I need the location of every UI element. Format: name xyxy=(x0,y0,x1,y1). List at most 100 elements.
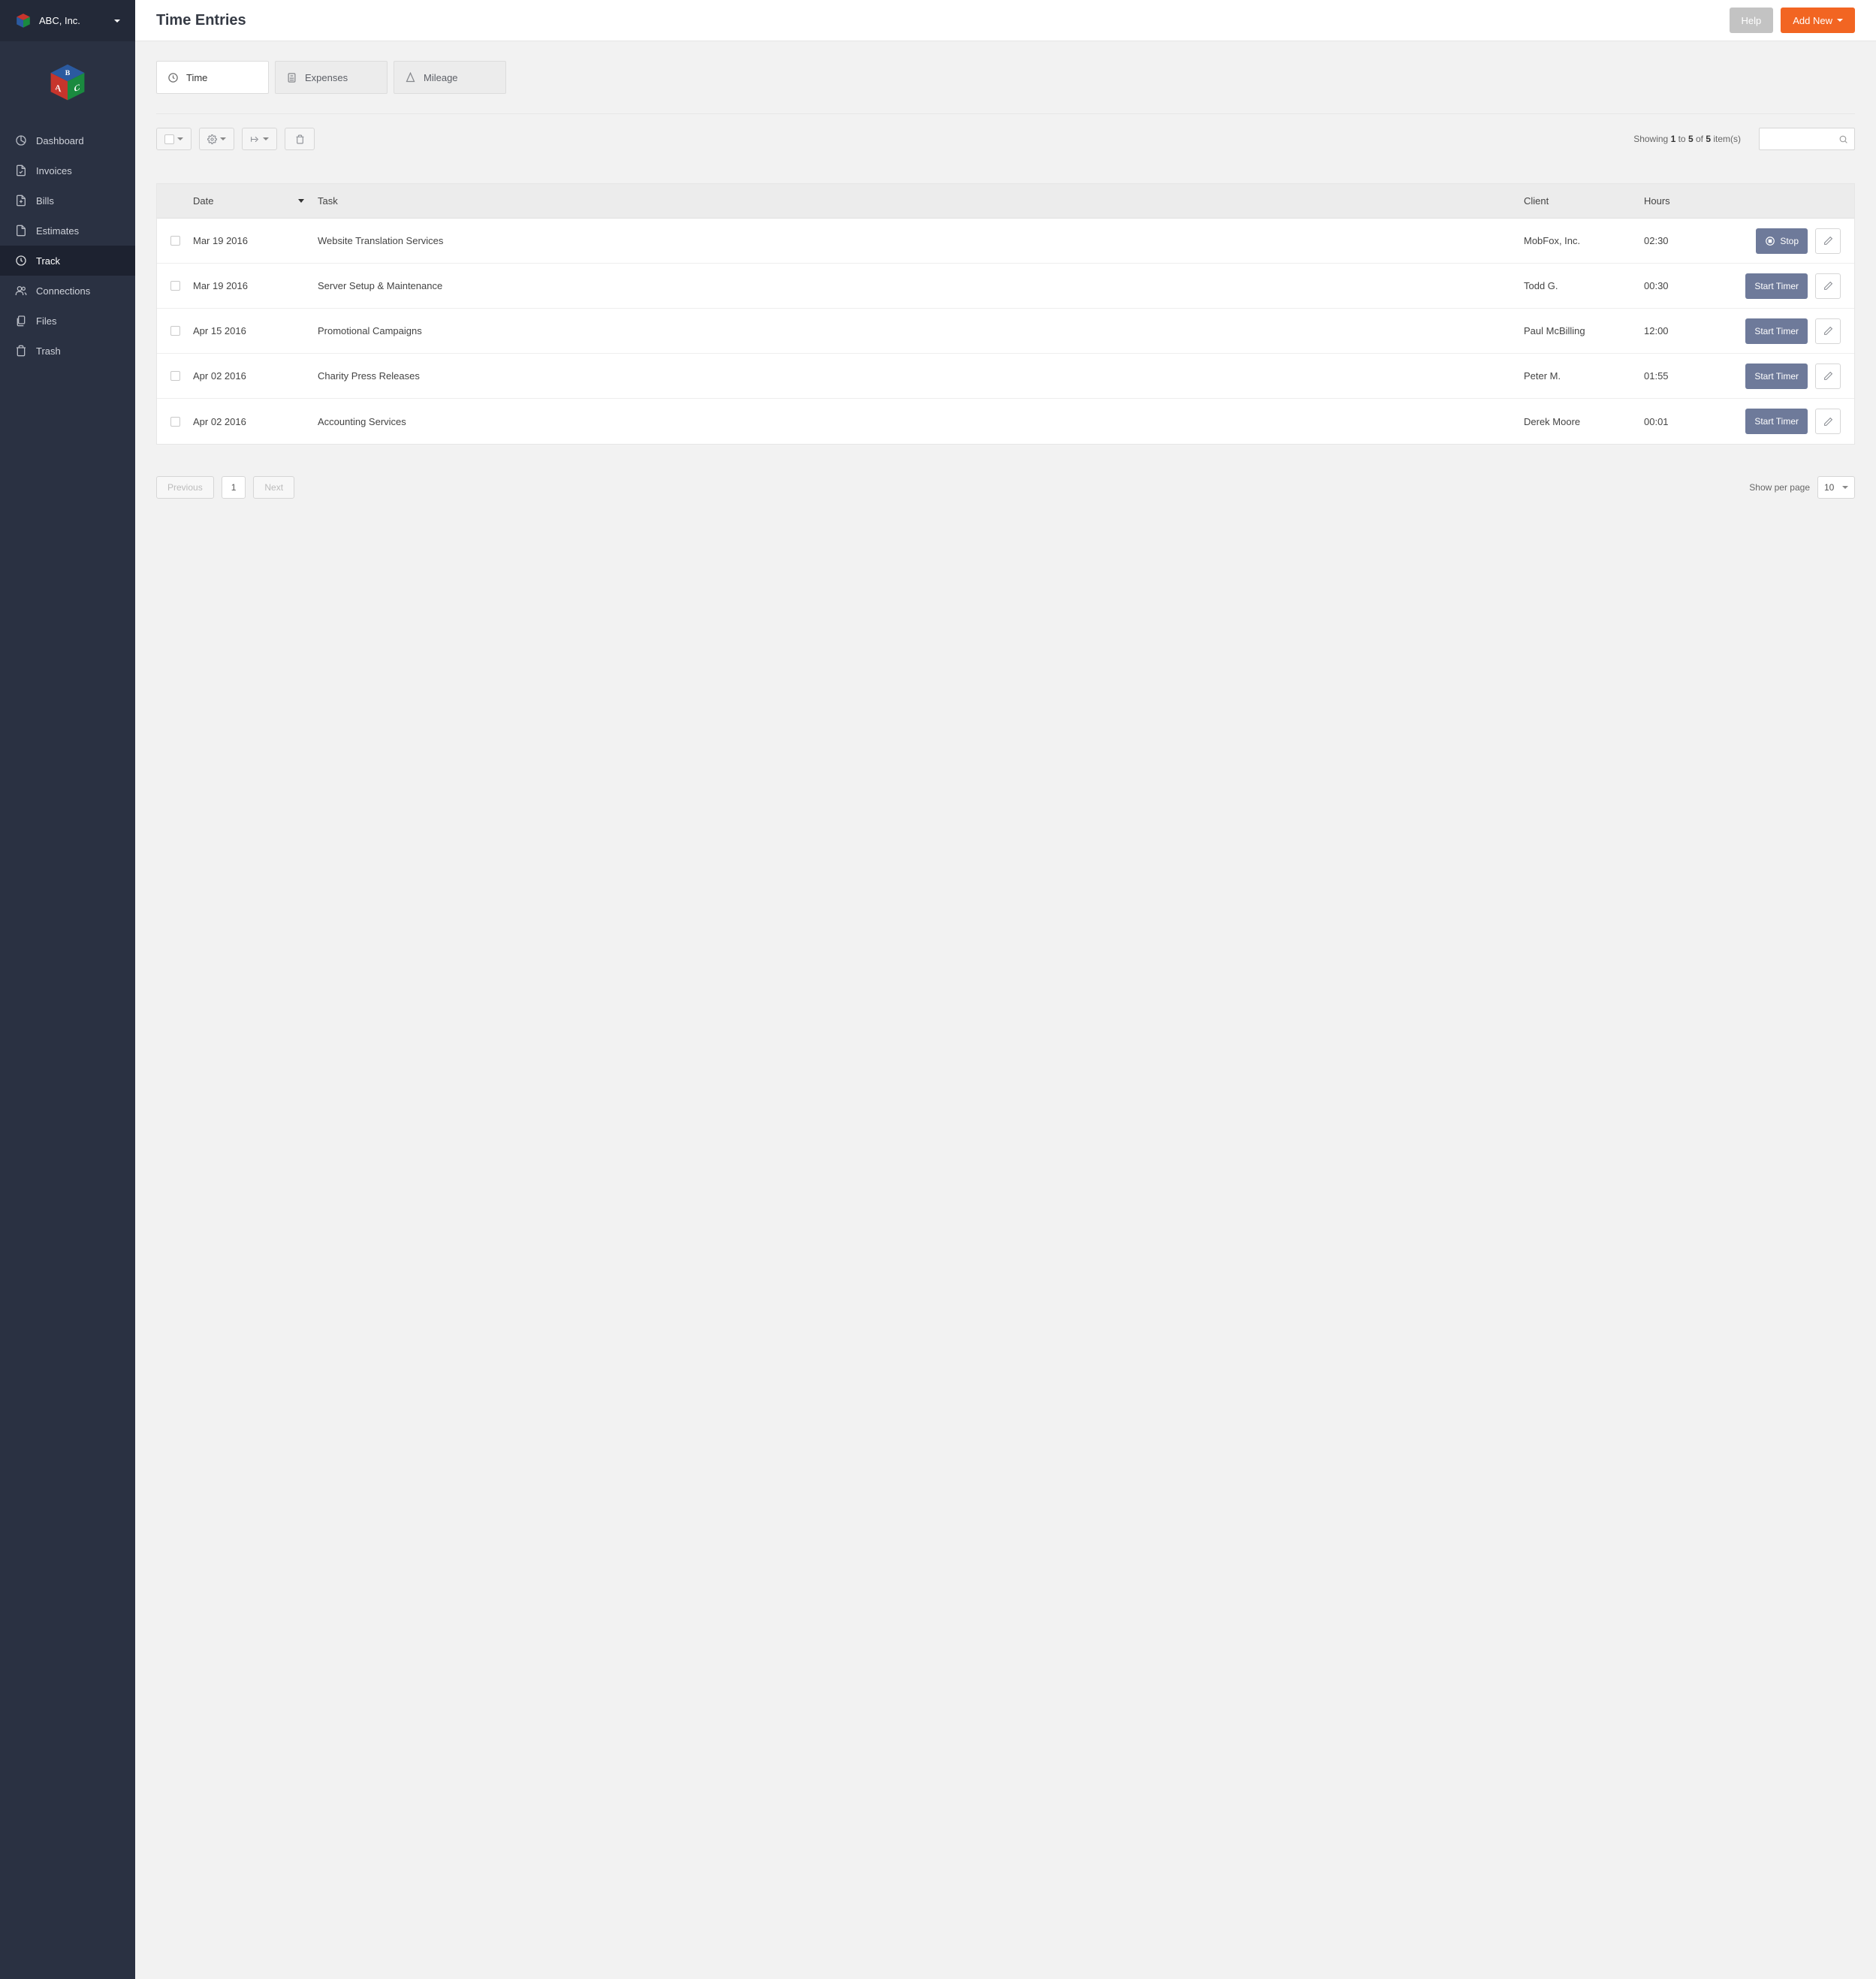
gear-icon xyxy=(207,134,217,144)
tabs: Time Expenses Mileage xyxy=(156,61,1855,114)
row-date: Apr 02 2016 xyxy=(193,370,318,382)
pencil-icon xyxy=(1823,417,1833,427)
nav: Dashboard Invoices Bills EstimatesTrack Conn… xyxy=(0,125,135,366)
perpage-select[interactable]: 10 xyxy=(1817,476,1855,499)
pencil-icon xyxy=(1823,326,1833,336)
export-dropdown[interactable] xyxy=(242,128,277,150)
next-page-button[interactable]: Next xyxy=(253,476,294,499)
pencil-icon xyxy=(1823,281,1833,291)
sidebar-item-trash[interactable]: Trash xyxy=(0,336,135,366)
settings-dropdown[interactable] xyxy=(199,128,234,150)
sidebar-item-label: Files xyxy=(36,315,56,327)
edit-button[interactable] xyxy=(1815,318,1841,344)
tab-time[interactable]: Time xyxy=(156,61,269,94)
row-task: Website Translation Services xyxy=(318,235,1524,246)
sidebar-item-track[interactable]: Track xyxy=(0,246,135,276)
prev-page-button[interactable]: Previous xyxy=(156,476,214,499)
add-new-button[interactable]: Add New xyxy=(1781,8,1855,33)
svg-text:B: B xyxy=(65,69,71,77)
sidebar-item-files[interactable]: Files xyxy=(0,306,135,336)
row-date: Mar 19 2016 xyxy=(193,280,318,291)
document-icon xyxy=(15,164,27,176)
row-date: Apr 15 2016 xyxy=(193,325,318,336)
trash-icon xyxy=(15,345,27,357)
row-checkbox[interactable] xyxy=(170,417,180,427)
chevron-down-icon xyxy=(114,20,120,23)
search-input[interactable] xyxy=(1766,134,1838,144)
toolbar: Showing 1 to 5 of 5 item(s) xyxy=(156,128,1855,150)
tab-label: Expenses xyxy=(305,72,348,83)
page-1-button[interactable]: 1 xyxy=(222,476,246,499)
row-hours: 00:30 xyxy=(1644,280,1719,291)
select-all-dropdown[interactable] xyxy=(156,128,192,150)
column-date[interactable]: Date xyxy=(193,195,318,207)
company-selector[interactable]: ABC, Inc. xyxy=(0,0,135,41)
row-hours: 12:00 xyxy=(1644,325,1719,336)
chevron-down-icon xyxy=(177,137,183,140)
edit-button[interactable] xyxy=(1815,273,1841,299)
add-new-label: Add New xyxy=(1793,15,1832,26)
edit-button[interactable] xyxy=(1815,409,1841,434)
column-task[interactable]: Task xyxy=(318,195,1524,207)
row-checkbox[interactable] xyxy=(170,281,180,291)
row-client: Peter M. xyxy=(1524,370,1644,382)
column-client[interactable]: Client xyxy=(1524,195,1644,207)
start-timer-button[interactable]: Start Timer xyxy=(1745,364,1808,389)
start-timer-button[interactable]: Start Timer xyxy=(1745,409,1808,434)
sidebar-item-label: Bills xyxy=(36,195,54,207)
row-checkbox[interactable] xyxy=(170,236,180,246)
start-timer-button[interactable]: Start Timer xyxy=(1745,273,1808,299)
start-timer-button[interactable]: Start Timer xyxy=(1745,318,1808,344)
page-title: Time Entries xyxy=(156,12,246,29)
row-task: Promotional Campaigns xyxy=(318,325,1524,336)
tab-expenses[interactable]: Expenses xyxy=(275,61,388,94)
row-task: Accounting Services xyxy=(318,416,1524,427)
row-client: Derek Moore xyxy=(1524,416,1644,427)
delete-button[interactable] xyxy=(285,128,315,150)
time-entries-table: Date Task Client Hours Mar 19 2016 Websi… xyxy=(156,183,1855,445)
table-row: Apr 02 2016 Accounting Services Derek Mo… xyxy=(157,399,1854,444)
sidebar-item-connections[interactable]: Connections xyxy=(0,276,135,306)
sidebar-item-label: Connections xyxy=(36,285,90,297)
table-footer: Previous 1 Next Show per page 10 xyxy=(156,476,1855,499)
files-icon xyxy=(15,315,27,327)
clock-icon xyxy=(15,255,27,267)
row-hours: 01:55 xyxy=(1644,370,1719,382)
chevron-down-icon xyxy=(1837,19,1843,22)
row-checkbox[interactable] xyxy=(170,371,180,381)
stop-icon xyxy=(1765,236,1775,246)
help-button[interactable]: Help xyxy=(1730,8,1774,33)
perpage-label: Show per page xyxy=(1749,482,1810,493)
logo-area: B A C xyxy=(0,41,135,125)
search-box[interactable] xyxy=(1759,128,1855,150)
edit-button[interactable] xyxy=(1815,364,1841,389)
company-logo: B A C xyxy=(47,62,89,104)
trash-icon xyxy=(295,134,305,144)
row-date: Mar 19 2016 xyxy=(193,235,318,246)
row-task: Server Setup & Maintenance xyxy=(318,280,1524,291)
sidebar: ABC, Inc. B A C Dashboard Invoices Bills Es… xyxy=(0,0,135,1979)
sidebar-item-invoices[interactable]: Invoices xyxy=(0,155,135,186)
table-row: Apr 15 2016 Promotional Campaigns Paul M… xyxy=(157,309,1854,354)
showing-text: Showing 1 to 5 of 5 item(s) xyxy=(1633,134,1741,144)
sort-desc-icon xyxy=(298,199,304,203)
table-header: Date Task Client Hours xyxy=(157,184,1854,219)
row-hours: 02:30 xyxy=(1644,235,1719,246)
help-label: Help xyxy=(1742,15,1762,26)
sidebar-item-label: Invoices xyxy=(36,165,72,176)
document-blank-icon xyxy=(15,225,27,237)
tab-mileage[interactable]: Mileage xyxy=(394,61,506,94)
sidebar-item-bills[interactable]: Bills xyxy=(0,186,135,216)
users-icon xyxy=(15,285,27,297)
column-hours[interactable]: Hours xyxy=(1644,195,1719,207)
plus-document-icon xyxy=(15,195,27,207)
sidebar-item-dashboard[interactable]: Dashboard xyxy=(0,125,135,155)
stop-timer-button[interactable]: Stop xyxy=(1756,228,1808,254)
row-checkbox[interactable] xyxy=(170,326,180,336)
edit-button[interactable] xyxy=(1815,228,1841,254)
clock-icon xyxy=(167,72,179,83)
sidebar-item-estimates[interactable]: Estimates xyxy=(0,216,135,246)
row-client: Todd G. xyxy=(1524,280,1644,291)
checkbox-icon xyxy=(164,134,174,144)
row-date: Apr 02 2016 xyxy=(193,416,318,427)
